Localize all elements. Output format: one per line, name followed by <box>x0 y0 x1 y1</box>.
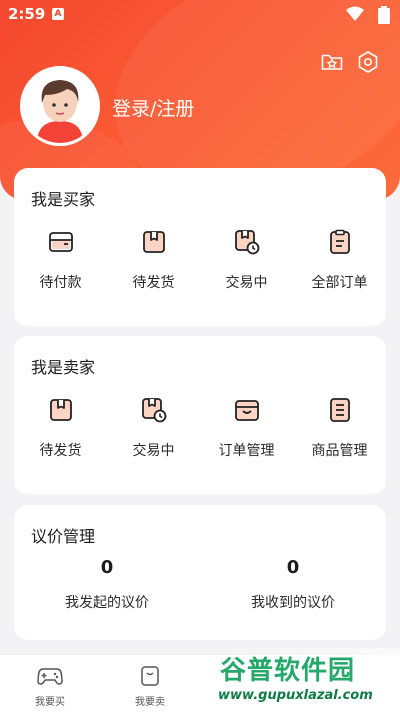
buyer-items: 待付款 待发货 交易中 全部订单 <box>14 228 386 292</box>
package-clock-icon <box>141 398 166 423</box>
battery-icon <box>378 6 390 24</box>
status-bar: 2:59 A <box>0 0 400 28</box>
gamepad-icon <box>37 668 63 685</box>
box-icon <box>234 400 259 421</box>
buyer-item-pending-shipment[interactable]: 待发货 <box>107 228 200 292</box>
avatar-illustration <box>23 69 97 143</box>
buyer-card: 我是买家 待付款 待发货 交易中 全部订单 <box>14 168 386 326</box>
item-label: 全部订单 <box>311 275 368 291</box>
item-label: 商品管理 <box>311 443 368 459</box>
login-register-link[interactable]: 登录/注册 <box>112 94 194 121</box>
avatar[interactable] <box>20 66 100 146</box>
buyer-item-pending-payment[interactable]: 待付款 <box>14 228 107 292</box>
seller-item-order-management[interactable]: 订单管理 <box>200 396 293 460</box>
clipboard-icon <box>329 229 350 254</box>
negotiation-card: 议价管理 0 我发起的议价 0 我收到的议价 <box>14 505 386 640</box>
notification-icon: A <box>52 8 64 20</box>
stat-initiated[interactable]: 0 我发起的议价 <box>14 557 200 612</box>
seller-card: 我是卖家 待发货 交易中 订单管理 商品管理 <box>14 336 386 494</box>
item-label: 交易中 <box>132 443 175 459</box>
header-actions <box>320 50 380 74</box>
favorites-folder-icon[interactable] <box>320 50 344 74</box>
item-label: 待发货 <box>132 275 175 291</box>
package-icon <box>142 231 165 253</box>
buyer-item-in-trade[interactable]: 交易中 <box>200 228 293 292</box>
tab-label: 我要卖 <box>135 697 165 708</box>
tab-label: 我要买 <box>35 697 65 708</box>
seller-item-product-management[interactable]: 商品管理 <box>293 396 386 460</box>
item-label: 待付款 <box>39 275 82 291</box>
watermark: 谷普软件园 www.gupuxlazal.com <box>214 648 400 712</box>
package-icon <box>49 399 72 421</box>
wifi-icon <box>346 6 364 21</box>
stat-label: 我发起的议价 <box>65 595 149 611</box>
seller-item-pending-shipment[interactable]: 待发货 <box>14 396 107 460</box>
negotiation-title: 议价管理 <box>31 527 96 546</box>
package-clock-icon <box>234 230 259 255</box>
bag-icon <box>141 666 159 686</box>
wallet-icon <box>48 232 73 252</box>
negotiation-stats: 0 我发起的议价 0 我收到的议价 <box>14 557 386 612</box>
seller-items: 待发货 交易中 订单管理 商品管理 <box>14 396 386 460</box>
watermark-title: 谷普软件园 <box>220 656 356 686</box>
buyer-item-all-orders[interactable]: 全部订单 <box>293 228 386 292</box>
stat-label: 我收到的议价 <box>251 595 335 611</box>
stat-value: 0 <box>286 557 300 578</box>
stat-received[interactable]: 0 我收到的议价 <box>200 557 386 612</box>
seller-item-in-trade[interactable]: 交易中 <box>107 396 200 460</box>
settings-hexagon-icon[interactable] <box>356 50 380 74</box>
status-time: 2:59 <box>8 5 46 23</box>
tab-buy[interactable]: 我要买 <box>0 655 100 712</box>
buyer-title: 我是买家 <box>31 190 96 209</box>
list-document-icon <box>329 398 350 422</box>
item-label: 订单管理 <box>218 443 275 459</box>
seller-title: 我是卖家 <box>31 358 96 377</box>
watermark-url: www.gupuxlazal.com <box>218 688 373 703</box>
tab-sell[interactable]: 我要卖 <box>100 655 200 712</box>
item-label: 待发货 <box>39 443 82 459</box>
item-label: 交易中 <box>225 275 268 291</box>
stat-value: 0 <box>100 557 114 578</box>
